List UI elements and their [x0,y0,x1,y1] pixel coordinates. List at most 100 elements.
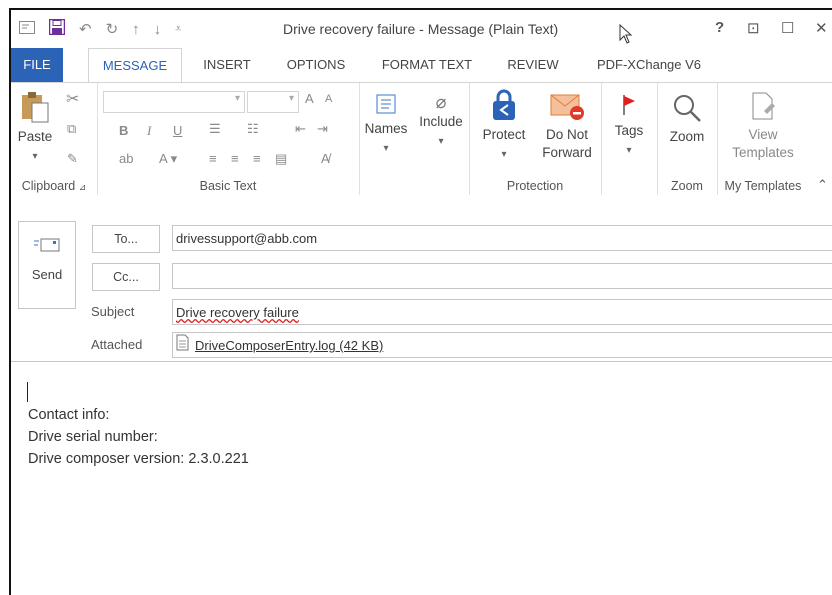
do-not-forward-button[interactable]: Do Not Forward [537,89,597,162]
zoom-label: Zoom [669,129,705,144]
previous-item-icon[interactable]: ↑ [132,21,140,38]
paste-button[interactable]: Paste ▾ [15,91,55,166]
cc-field[interactable] [172,263,832,289]
include-dropdown-icon: ▾ [438,136,444,147]
tags-group: Tags ▾ [601,83,658,195]
names-button[interactable]: Names ▾ [359,93,413,158]
align-left-icon[interactable]: ≡ [209,151,217,166]
subject-field[interactable]: Drive recovery failure [172,299,832,325]
send-label: Send [31,267,63,282]
view-templates-icon [750,92,776,124]
send-button[interactable]: Send [18,221,76,309]
customize-qat-icon[interactable]: ⩡ [175,23,181,36]
paste-label: Paste [17,129,53,144]
tab-options[interactable]: OPTIONS [274,48,358,82]
ribbon-tabs: FILE MESSAGE INSERT OPTIONS FORMAT TEXT … [11,48,832,84]
attached-label: Attached [91,337,143,352]
tab-review[interactable]: REVIEW [498,48,568,82]
font-size-dropdown-icon[interactable]: ▾ [289,93,294,104]
underline-button[interactable]: U [173,123,182,138]
bold-button[interactable]: B [119,123,128,138]
outlook-app-icon[interactable] [19,20,35,38]
do-not-forward-label-2: Forward [542,145,592,160]
tab-pdf-xchange[interactable]: PDF-XChange V6 [589,48,709,82]
bullets-icon[interactable]: ☰ [209,121,221,137]
protect-button[interactable]: Protect ▾ [475,89,533,164]
my-templates-group: View Templates My Templates [717,83,809,195]
tab-insert[interactable]: INSERT [189,48,265,82]
attachment-link[interactable]: DriveComposerEntry.log (42 KB) [195,338,383,353]
outlook-message-window: ↶ ↻ ↑ ↓ ⩡ Drive recovery failure - Messa… [9,8,832,595]
clipboard-group: Paste ▾ ✂ ⧉ ✎ Clipboard ⊿ [11,83,98,195]
format-painter-icon[interactable]: ✎ [67,151,78,167]
paste-dropdown-icon[interactable]: ▾ [32,151,37,162]
document-icon [176,334,189,360]
window-title: Drive recovery failure - Message (Plain … [283,21,559,37]
title-bar: ↶ ↻ ↑ ↓ ⩡ Drive recovery failure - Messa… [11,10,832,48]
next-item-icon[interactable]: ↓ [154,21,162,38]
copy-icon[interactable]: ⧉ [67,121,76,137]
zoom-group: Zoom Zoom [657,83,718,195]
increase-indent-icon[interactable]: ⇥ [317,121,328,137]
clear-formatting-icon[interactable]: A̸ [321,151,330,166]
quick-access-toolbar: ↶ ↻ ↑ ↓ ⩡ [19,18,195,39]
subject-value: Drive recovery failure [176,305,299,320]
maximize-button[interactable]: ☐ [781,19,794,37]
font-color-icon[interactable]: A ▾ [159,151,177,167]
body-line-serial-number: Drive serial number: [28,429,158,445]
font-name-combo[interactable]: ▾ [103,91,245,113]
tab-file[interactable]: FILE [11,48,63,82]
align-center-icon[interactable]: ≡ [231,151,239,166]
to-button[interactable]: To... [92,225,160,253]
protect-icon [489,89,519,124]
undo-icon[interactable]: ↶ [79,20,92,38]
do-not-forward-icon [549,94,585,124]
address-book-icon [375,94,397,118]
message-body[interactable]: Contact info: Drive serial number: Drive… [28,404,249,470]
flag-icon [619,95,639,120]
highlight-icon[interactable]: ab [119,151,133,166]
names-dropdown-icon: ▾ [383,143,389,154]
cut-icon[interactable]: ✂ [66,89,79,109]
to-field[interactable]: drivessupport@abb.com [172,225,832,251]
zoom-group-label: Zoom [671,179,703,193]
basic-text-group-label: Basic Text [199,179,257,193]
numbering-icon[interactable]: ☷ [247,121,259,137]
save-icon[interactable] [48,18,66,39]
redo-icon[interactable]: ↻ [106,20,119,38]
tags-dropdown-icon: ▾ [626,145,632,156]
tab-message[interactable]: MESSAGE [88,48,182,84]
attachment-field[interactable]: DriveComposerEntry.log (42 KB) [172,332,832,358]
ribbon: Paste ▾ ✂ ⧉ ✎ Clipboard ⊿ ▾ ▾ A A B I U … [11,82,832,196]
cc-button[interactable]: Cc... [92,263,160,291]
view-templates-label-2: Templates [732,145,794,160]
protection-group-label: Protection [506,179,564,193]
ribbon-display-options-button[interactable]: ⊡ [747,19,760,37]
tags-button[interactable]: Tags ▾ [601,93,657,160]
font-name-dropdown-icon[interactable]: ▾ [235,93,240,104]
close-button[interactable]: ✕ [815,19,828,37]
paste-icon [20,92,50,126]
body-line-contact-info: Contact info: [28,407,110,423]
collapse-ribbon-icon[interactable]: ⌃ [817,177,828,193]
clipboard-group-label: Clipboard ⊿ [21,179,87,193]
do-not-forward-label-1: Do Not [545,127,589,142]
grow-font-button[interactable]: A [305,91,314,106]
tab-format-text[interactable]: FORMAT TEXT [372,48,482,82]
justify-icon[interactable]: ▤ [275,151,287,167]
view-templates-button[interactable]: View Templates [717,91,809,162]
include-label: Include [419,114,463,129]
header-body-separator [11,361,832,362]
include-button[interactable]: ⌀ Include ▾ [413,93,469,151]
clipboard-launcher-icon[interactable]: ⊿ [79,182,87,192]
help-button[interactable]: ? [715,19,724,36]
shrink-font-button[interactable]: A [325,93,332,105]
basic-text-group: ▾ ▾ A A B I U ☰ ☷ ⇤ ⇥ ab A ▾ ≡ ≡ ≡ ▤ A̸ … [97,83,360,195]
align-right-icon[interactable]: ≡ [253,151,261,166]
zoom-button[interactable]: Zoom [657,93,717,146]
font-size-combo[interactable]: ▾ [247,91,299,113]
my-templates-group-label: My Templates [724,179,802,193]
send-envelope-icon [19,236,75,259]
decrease-indent-icon[interactable]: ⇤ [295,121,306,137]
italic-button[interactable]: I [147,123,151,139]
